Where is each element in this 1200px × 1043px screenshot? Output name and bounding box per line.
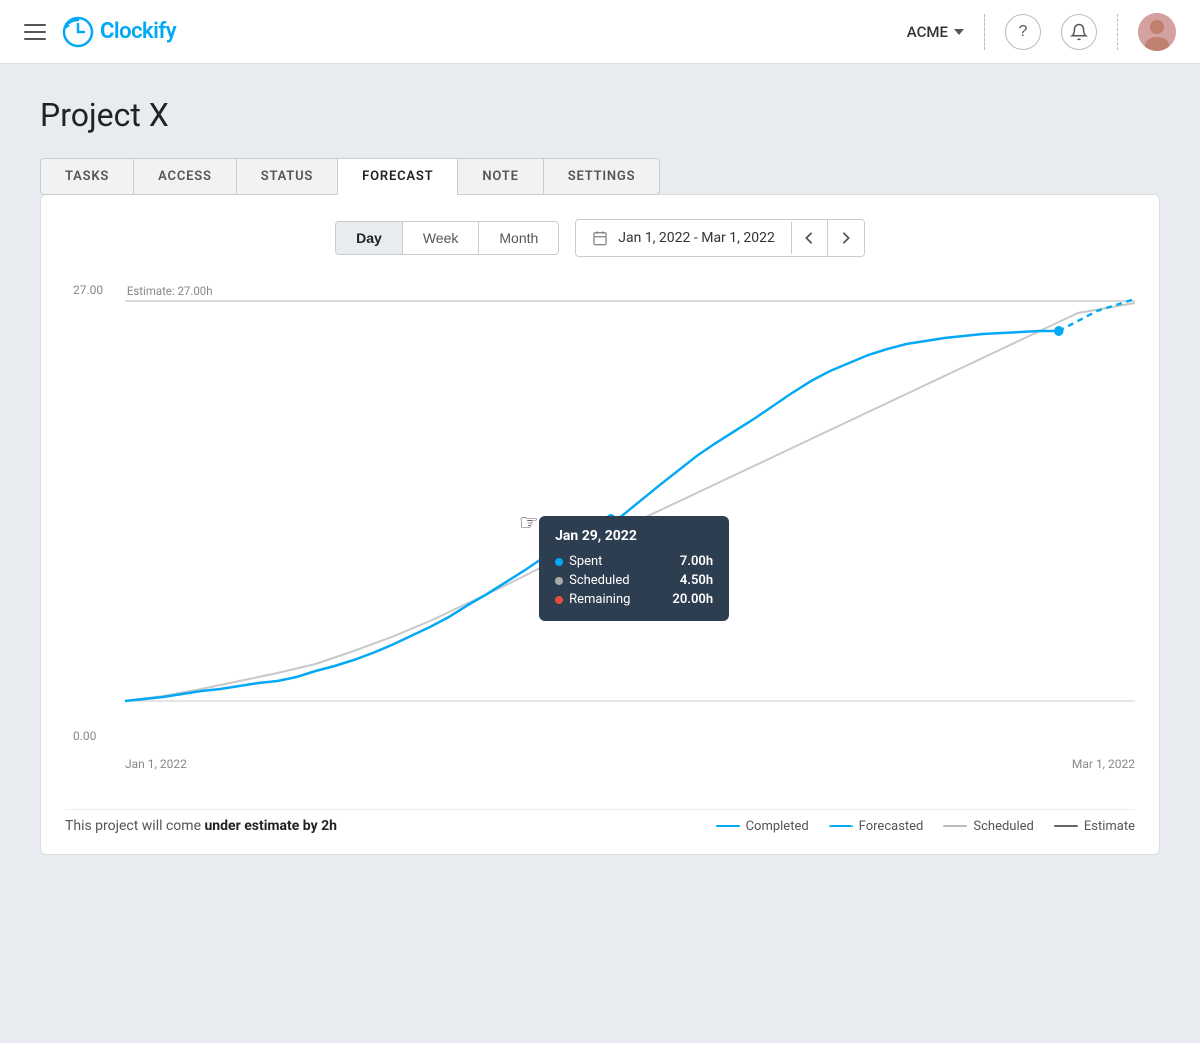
forecasted-line [1059, 299, 1135, 331]
header-divider-1 [984, 14, 985, 50]
tab-status[interactable]: STATUS [236, 158, 337, 195]
clockify-logo-icon [62, 16, 94, 48]
chevron-left-icon [804, 231, 814, 245]
y-axis-bottom-label: 0.00 [73, 729, 96, 743]
date-prev-button[interactable] [792, 220, 828, 256]
legend-scheduled-label: Scheduled [973, 819, 1033, 834]
header-right: ACME ? [907, 13, 1176, 51]
date-range-text: Jan 1, 2022 - Mar 1, 2022 [618, 230, 775, 246]
workspace-name: ACME [907, 23, 948, 41]
user-avatar[interactable] [1138, 13, 1176, 51]
legend-forecasted-line [829, 825, 853, 827]
legend-completed: Completed [716, 819, 809, 834]
period-day-button[interactable]: Day [336, 222, 403, 254]
calendar-icon [592, 230, 608, 246]
legend-completed-line [716, 825, 740, 827]
header-divider-2 [1117, 14, 1118, 50]
page-title: Project X [40, 96, 1160, 134]
chart-controls: Day Week Month Jan 1, 2022 - Mar 1, 2022 [65, 219, 1135, 257]
x-axis-start-label: Jan 1, 2022 [125, 757, 187, 771]
notifications-button[interactable] [1061, 14, 1097, 50]
logo-text: Clockify [100, 19, 176, 44]
completed-line [125, 331, 1059, 701]
avatar-image [1138, 13, 1176, 51]
logo: Clockify [62, 16, 176, 48]
tab-settings[interactable]: SETTINGS [543, 158, 661, 195]
legend-forecasted-label: Forecasted [859, 819, 924, 834]
footer-summary: This project will come under estimate by… [65, 818, 337, 834]
legend-estimate-label: Estimate [1084, 819, 1135, 834]
workspace-selector[interactable]: ACME [907, 23, 964, 41]
tab-access[interactable]: ACCESS [133, 158, 236, 195]
tab-note[interactable]: NOTE [457, 158, 542, 195]
header-left: Clockify [24, 16, 176, 48]
workspace-chevron-icon [954, 29, 964, 35]
completed-end-dot [1054, 326, 1064, 336]
chart-legend: Completed Forecasted Scheduled Estimate [716, 819, 1135, 834]
chart-inner: 27.00 0.00 Estimate: 27.00h [125, 281, 1135, 771]
date-range-picker[interactable]: Jan 1, 2022 - Mar 1, 2022 [575, 219, 865, 257]
header: Clockify ACME ? [0, 0, 1200, 64]
legend-estimate: Estimate [1054, 819, 1135, 834]
tab-tasks[interactable]: TASKS [40, 158, 133, 195]
tooltip-anchor-dot [606, 514, 616, 524]
date-next-button[interactable] [828, 220, 864, 256]
chart-svg: Estimate: 27.00h [125, 281, 1135, 741]
scheduled-line [125, 303, 1135, 701]
date-range-label: Jan 1, 2022 - Mar 1, 2022 [576, 222, 792, 254]
x-axis-end-label: Mar 1, 2022 [1072, 757, 1135, 771]
legend-scheduled-line [943, 825, 967, 827]
legend-scheduled: Scheduled [943, 819, 1033, 834]
chevron-right-icon [841, 231, 851, 245]
chart-footer: This project will come under estimate by… [65, 809, 1135, 834]
period-toggle: Day Week Month [335, 221, 559, 255]
period-week-button[interactable]: Week [403, 222, 480, 254]
chart-area: 27.00 0.00 Estimate: 27.00h [65, 281, 1135, 801]
period-month-button[interactable]: Month [479, 222, 558, 254]
tab-forecast[interactable]: FORECAST [337, 158, 457, 195]
y-axis-top-label: 27.00 [73, 283, 103, 297]
project-tabs: TASKS ACCESS STATUS FORECAST NOTE SETTIN… [40, 158, 1160, 195]
help-button[interactable]: ? [1005, 14, 1041, 50]
legend-forecasted: Forecasted [829, 819, 924, 834]
hamburger-menu[interactable] [24, 24, 46, 40]
forecast-chart-card: Day Week Month Jan 1, 2022 - Mar 1, 2022 [40, 194, 1160, 855]
legend-estimate-line [1054, 825, 1078, 827]
bell-icon [1070, 23, 1088, 41]
main-content: Project X TASKS ACCESS STATUS FORECAST N… [0, 64, 1200, 887]
estimate-line-label: Estimate: 27.00h [127, 284, 213, 298]
legend-completed-label: Completed [746, 819, 809, 834]
